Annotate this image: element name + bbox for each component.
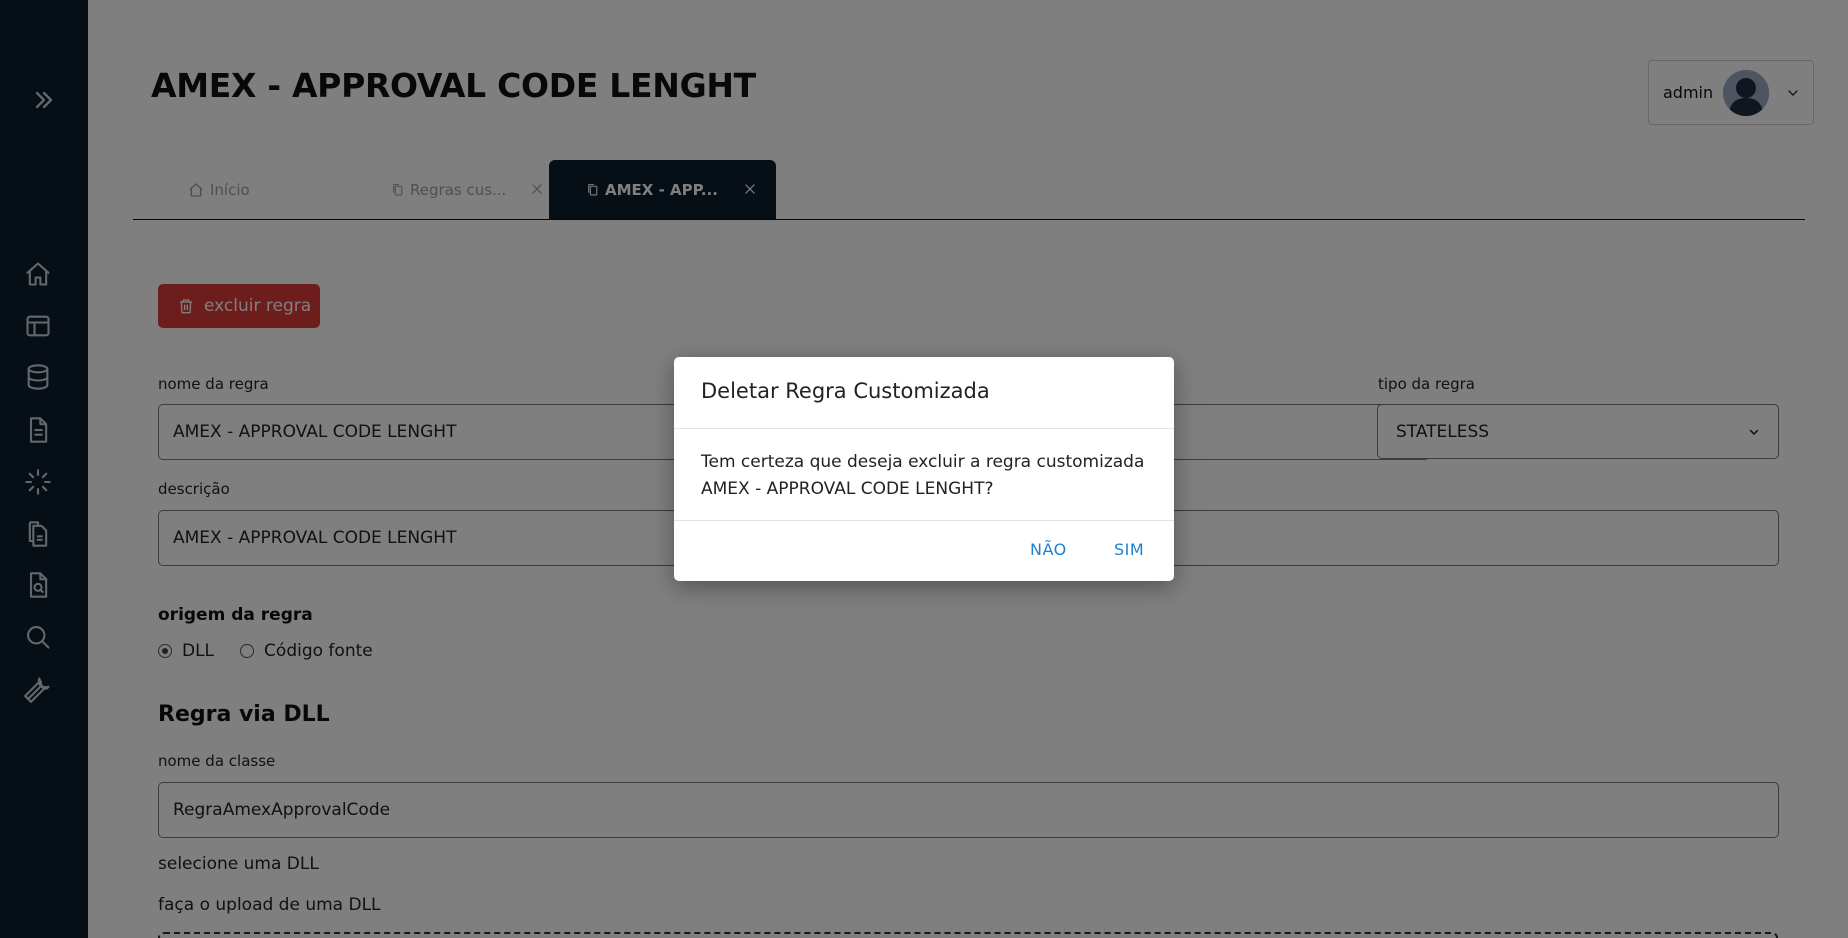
delete-confirm-dialog: Deletar Regra Customizada Tem certeza qu… (674, 357, 1174, 581)
divider (674, 520, 1174, 521)
confirm-button[interactable]: SIM (1114, 540, 1144, 559)
modal-title: Deletar Regra Customizada (701, 379, 990, 403)
cancel-button[interactable]: NÃO (1030, 540, 1067, 559)
modal-message: Tem certeza que deseja excluir a regra c… (701, 452, 1145, 499)
divider (674, 428, 1174, 429)
